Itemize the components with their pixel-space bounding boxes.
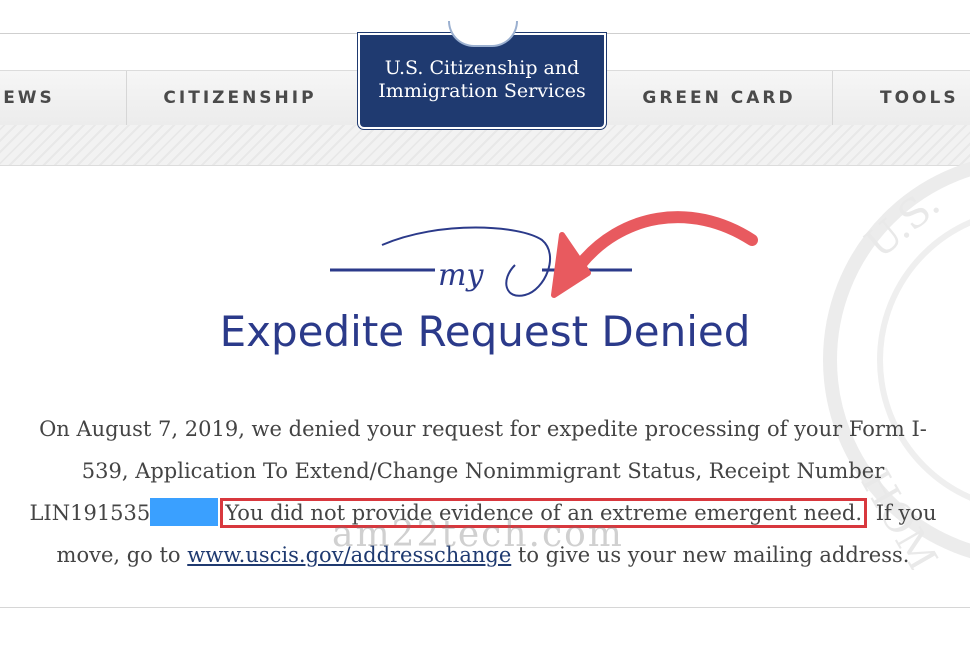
nav-divider xyxy=(126,71,127,125)
uscis-logo[interactable]: U.S. Citizenship and Immigration Service… xyxy=(358,21,606,129)
message-line-4-prefix: move, go to xyxy=(56,543,188,567)
watermark: am22tech.com xyxy=(332,514,624,555)
logo-line-2: Immigration Services xyxy=(378,80,586,102)
nav-divider xyxy=(832,71,833,125)
message-line-2: 539, Application To Extend/Change Nonimm… xyxy=(81,459,885,483)
red-arrow-icon xyxy=(551,211,758,298)
logo-line-1: U.S. Citizenship and xyxy=(384,57,580,79)
message-line-1: On August 7, 2019, we denied your reques… xyxy=(39,417,927,441)
nav-item-green-card[interactable]: GREEN CARD xyxy=(608,71,830,125)
svg-text:U.S.: U.S. xyxy=(857,180,949,268)
nav-item-tools[interactable]: TOOLS xyxy=(880,71,970,125)
message-continuation: If you xyxy=(869,501,937,525)
nav-item-citizenship[interactable]: CITIZENSHIP xyxy=(130,71,350,125)
receipt-number: LIN191535 xyxy=(29,501,151,525)
nav-item-news[interactable]: EWS xyxy=(0,71,72,125)
my-logo-text: my xyxy=(438,258,484,293)
page-title: Expedite Request Denied xyxy=(219,307,751,356)
bottom-rule xyxy=(0,607,970,608)
uscis-seal-icon xyxy=(448,21,518,47)
redaction-box xyxy=(150,498,219,526)
